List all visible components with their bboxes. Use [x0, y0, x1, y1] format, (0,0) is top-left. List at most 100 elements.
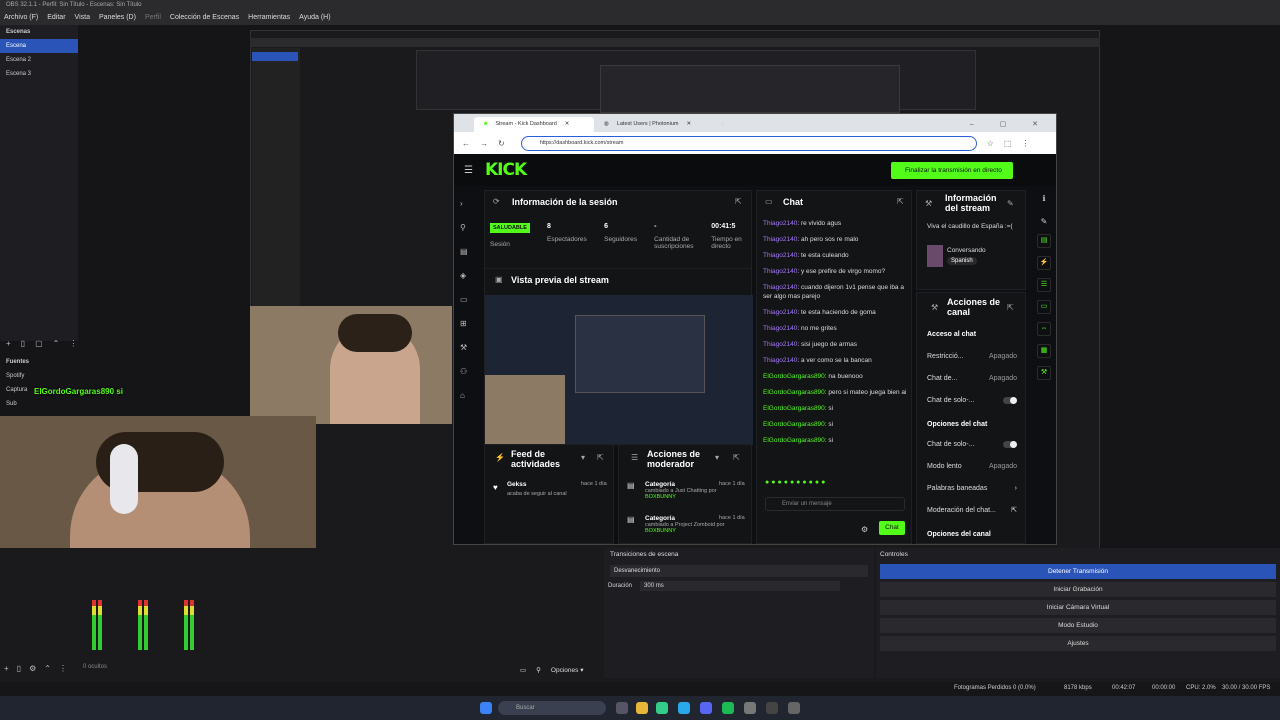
- obs-icon[interactable]: [766, 702, 778, 714]
- chat-username[interactable]: Thiago2140: [763, 357, 797, 364]
- category-name[interactable]: Conversando: [947, 247, 986, 254]
- restriction-row[interactable]: Restricció... Apagado: [927, 345, 1025, 367]
- nav-gift-icon[interactable]: ⊞: [460, 312, 474, 336]
- url-input[interactable]: https://dashboard.kick.com/stream: [520, 135, 977, 151]
- chat-send-button[interactable]: Chat: [879, 521, 905, 535]
- hamburger-icon[interactable]: ☰: [464, 165, 473, 176]
- bookmark-star-icon[interactable]: ☆: [987, 139, 994, 148]
- activity-user[interactable]: Gekss: [507, 481, 527, 488]
- filter-icon[interactable]: ▾: [581, 453, 585, 462]
- chat-only-row-2[interactable]: Chat de solo-...: [927, 433, 1025, 455]
- pencil-icon[interactable]: ✎: [1034, 217, 1054, 226]
- app-icon[interactable]: [744, 702, 756, 714]
- stream-preview-video[interactable]: [485, 295, 753, 445]
- nav-chart-icon[interactable]: ▤: [460, 240, 474, 264]
- side-tool-icon-4[interactable]: ▭: [1037, 300, 1051, 314]
- scene-filter-icon[interactable]: ▢: [35, 339, 43, 348]
- info-icon[interactable]: ℹ: [1034, 194, 1054, 203]
- tab-kick-dashboard[interactable]: ■ Stream - Kick Dashboard ✕: [474, 117, 594, 132]
- taskbar-search[interactable]: Buscar: [498, 701, 606, 715]
- side-tool-icon-5[interactable]: ⇔: [1037, 322, 1051, 336]
- chat-username[interactable]: Thiago2140: [763, 341, 797, 348]
- chat-only-row[interactable]: Chat de solo-...: [927, 389, 1025, 411]
- menu-perfil[interactable]: Perfil: [145, 11, 161, 25]
- emote-icon[interactable]: ●: [821, 479, 825, 486]
- chat-only-toggle-2[interactable]: [1003, 440, 1017, 448]
- chat-username[interactable]: Thiago2140: [763, 236, 797, 243]
- app-icon-2[interactable]: [788, 702, 800, 714]
- move-up-icon[interactable]: ⌃: [53, 339, 60, 348]
- menu-archivo[interactable]: Archivo (F): [4, 11, 38, 25]
- emote-icon[interactable]: ●: [771, 479, 775, 486]
- stop-streaming-button[interactable]: Detener Transmisión: [880, 564, 1276, 579]
- chat-username[interactable]: Thiago2140: [763, 268, 797, 275]
- close-tab-icon[interactable]: ✕: [565, 117, 570, 132]
- chat-username[interactable]: Thiago2140: [763, 284, 797, 291]
- chat-username[interactable]: Thiago2140: [763, 325, 797, 332]
- duration-input[interactable]: 300 ms: [640, 581, 841, 591]
- nav-dashboard-icon[interactable]: ›: [460, 192, 474, 216]
- source-settings-icon[interactable]: ⚙: [29, 664, 36, 673]
- source-spotify[interactable]: Spotify: [0, 369, 78, 383]
- chat-username[interactable]: ElGordoGargaras890: [763, 437, 825, 444]
- windows-start-icon[interactable]: [480, 702, 492, 714]
- emote-icon[interactable]: ●: [802, 479, 806, 486]
- browser-menu-icon[interactable]: ⋮: [1021, 139, 1029, 148]
- new-tab-icon[interactable]: +: [720, 117, 725, 132]
- menu-coleccion[interactable]: Colección de Escenas: [170, 11, 239, 25]
- scene-item-1[interactable]: Escena: [0, 39, 78, 53]
- emote-icon[interactable]: ●: [777, 479, 781, 486]
- settings-button[interactable]: Ajustes: [880, 636, 1276, 651]
- menu-vista[interactable]: Vista: [75, 11, 90, 25]
- side-tool-icon-3[interactable]: ☰: [1037, 278, 1051, 292]
- start-virtualcam-button[interactable]: Iniciar Cámara Virtual: [880, 600, 1276, 615]
- chat-username[interactable]: ElGordoGargaras890: [763, 389, 825, 396]
- task-view-icon[interactable]: [616, 702, 628, 714]
- channel-popout-icon[interactable]: ⇱: [1007, 303, 1014, 312]
- chat-mode-row[interactable]: Chat de... Apagado: [927, 367, 1025, 389]
- close-tab-icon-2[interactable]: ✕: [686, 117, 691, 132]
- scene-item-2[interactable]: Escena 2: [0, 53, 78, 67]
- source-up-icon[interactable]: ⌃: [44, 664, 51, 673]
- emote-icon[interactable]: ●: [796, 479, 800, 486]
- chat-only-toggle[interactable]: [1003, 396, 1017, 404]
- file-explorer-icon[interactable]: [636, 702, 648, 714]
- studio-mode-button[interactable]: Modo Estudio: [880, 618, 1276, 633]
- activity-popout-icon[interactable]: ⇱: [597, 453, 604, 462]
- edit-icon[interactable]: ✎: [1007, 199, 1014, 208]
- side-tool-icon-7[interactable]: ⚒: [1037, 366, 1051, 380]
- add-source-icon[interactable]: +: [4, 664, 9, 673]
- chat-input[interactable]: Enviar un mensaje: [765, 497, 905, 511]
- remove-source-icon[interactable]: ▯: [17, 664, 21, 673]
- mixer-layout-icon[interactable]: ▭: [520, 666, 526, 674]
- chat-username[interactable]: ElGordoGargaras890: [763, 405, 825, 412]
- chrome-icon[interactable]: [656, 702, 668, 714]
- nav-link-icon[interactable]: ⚲: [460, 216, 474, 240]
- chat-popout-icon[interactable]: ⇱: [897, 197, 904, 206]
- chat-settings-icon[interactable]: ⚙: [861, 525, 868, 534]
- chat-username[interactable]: Thiago2140: [763, 220, 797, 227]
- menu-editar[interactable]: Editar: [47, 11, 65, 25]
- kick-logo[interactable]: KICK: [485, 160, 527, 180]
- side-tool-icon-2[interactable]: ⚡: [1037, 256, 1051, 270]
- emote-icon[interactable]: ●: [815, 479, 819, 486]
- transition-select[interactable]: Desvanecimiento: [610, 565, 868, 577]
- nav-users-icon[interactable]: ⚇: [460, 360, 474, 384]
- emote-icon[interactable]: ●: [790, 479, 794, 486]
- side-tool-icon-1[interactable]: ▤: [1037, 234, 1051, 248]
- spotify-icon[interactable]: [722, 702, 734, 714]
- remove-scene-icon[interactable]: ▯: [21, 339, 25, 348]
- chat-moderation-row[interactable]: Moderación del chat... ⇱: [927, 499, 1025, 521]
- mixer-options-button[interactable]: Opciones ▾: [551, 666, 584, 674]
- nav-trophy-icon[interactable]: ◈: [460, 264, 474, 288]
- source-sub[interactable]: Sub: [0, 397, 78, 411]
- chat-username[interactable]: ElGordoGargaras890: [763, 373, 825, 380]
- mod-popout-icon[interactable]: ⇱: [733, 453, 740, 462]
- nav-card-icon[interactable]: ▭: [460, 288, 474, 312]
- mod-filter-icon[interactable]: ▾: [715, 453, 719, 462]
- menu-ayuda[interactable]: Ayuda (H): [299, 11, 330, 25]
- tab-photonium[interactable]: ◍ Latest Users | Photonium ✕: [594, 117, 714, 132]
- mixer-link-icon[interactable]: ⚲: [536, 666, 541, 674]
- menu-herramientas[interactable]: Herramientas: [248, 11, 290, 25]
- emote-icon[interactable]: ●: [784, 479, 788, 486]
